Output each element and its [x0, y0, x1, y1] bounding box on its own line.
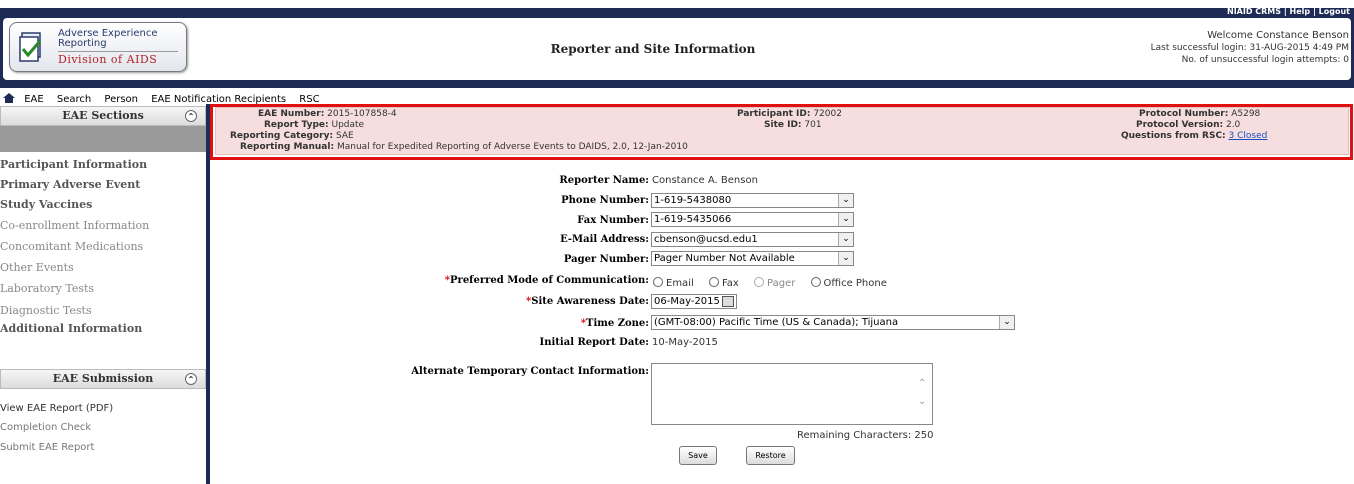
reporter-name-label: Reporter Name:: [559, 175, 649, 186]
radio-office-phone[interactable]: Office Phone: [810, 277, 887, 289]
site-awareness-date-label: *Site Awareness Date:: [526, 296, 649, 307]
initial-report-date-value: 10-May-2015: [652, 337, 718, 348]
eae-sections-title: EAE Sections: [62, 109, 144, 122]
collapse-icon[interactable]: ⌃: [185, 110, 197, 122]
chevron-down-icon[interactable]: ⌄: [838, 252, 853, 265]
chevron-down-icon[interactable]: ⌄: [838, 194, 853, 207]
protocol-version-row: Protocol Version: 2.0: [1136, 120, 1241, 130]
preferred-mode-radio-group: Email Fax Pager Office Phone: [653, 276, 899, 289]
radio-button[interactable]: [810, 277, 821, 287]
collapse-icon[interactable]: ⌃: [185, 373, 197, 385]
questions-from-rsc-row: Questions from RSC: 3 Closed: [1121, 131, 1268, 141]
niaid-crms-link[interactable]: NIAID CRMS: [1227, 7, 1281, 16]
email-address-label: E-Mail Address:: [560, 234, 649, 245]
page-title: Reporter and Site Information: [550, 42, 756, 56]
chevron-down-icon[interactable]: ⌄: [838, 213, 853, 226]
questions-from-rsc-link[interactable]: 3 Closed: [1229, 131, 1268, 141]
sidebar-link-view-eae-report[interactable]: View EAE Report (PDF): [0, 403, 113, 414]
reporter-name-value: Constance A. Benson: [652, 175, 758, 186]
sidebar-item-other-events[interactable]: Other Events: [0, 261, 200, 274]
separator: |: [1283, 7, 1287, 16]
alternate-contact-textarea[interactable]: [651, 363, 933, 425]
phone-number-select[interactable]: 1-619-5438080 ⌄: [651, 193, 854, 208]
sidebar-item-laboratory-tests[interactable]: Laboratory Tests: [0, 282, 200, 295]
sidebar-item-co-enrollment[interactable]: Co-enrollment Information: [0, 219, 200, 232]
email-address-select[interactable]: cbenson@ucsd.edu1 ⌄: [651, 232, 854, 247]
reporting-category: SAE: [335, 131, 354, 141]
top-links: NIAID CRMS | Help | Logout: [1227, 7, 1350, 16]
preferred-mode-label: *Preferred Mode of Communication:: [444, 275, 649, 286]
eae-number: 2015-107858-4: [327, 109, 397, 119]
sidebar-item-diagnostic-tests[interactable]: Diagnostic Tests: [0, 304, 200, 317]
protocol-version: 2.0: [1225, 120, 1241, 130]
time-zone-label: *Time Zone:: [580, 318, 649, 329]
calendar-icon[interactable]: [722, 296, 734, 307]
sidebar-link-submit-eae-report[interactable]: Submit EAE Report: [0, 442, 94, 453]
radio-button: [754, 277, 765, 287]
logout-link[interactable]: Logout: [1319, 7, 1350, 16]
participant-id-row: Participant ID: 72002: [737, 109, 842, 119]
remaining-characters: Remaining Characters: 250: [797, 430, 934, 441]
welcome-greeting: Welcome Constance Benson: [1207, 30, 1349, 41]
home-icon[interactable]: [3, 93, 15, 103]
eae-submission-title: EAE Submission: [52, 372, 154, 385]
chevron-down-icon[interactable]: ⌄: [999, 316, 1014, 329]
site-id-row: Site ID: 701: [764, 120, 822, 130]
reporting-manual: Manual for Expedited Reporting of Advers…: [336, 142, 688, 152]
pager-number-select[interactable]: Pager Number Not Available ⌄: [651, 251, 854, 266]
eae-submission-header[interactable]: EAE Submission ⌃: [0, 369, 206, 389]
eae-sections-header[interactable]: EAE Sections ⌃: [0, 106, 206, 126]
sidebar-item-participant-information[interactable]: Participant Information: [0, 158, 200, 171]
radio-fax[interactable]: Fax: [708, 277, 739, 289]
protocol-number: A5298: [1231, 109, 1261, 119]
welcome-panel: Welcome Constance Benson Last successful…: [1151, 30, 1349, 66]
scroll-up-icon[interactable]: ⌃: [918, 378, 926, 389]
pager-number-label: Pager Number:: [563, 254, 649, 265]
help-link[interactable]: Help: [1290, 7, 1311, 16]
radio-email[interactable]: Email: [653, 277, 694, 289]
phone-number-label: Phone Number:: [561, 195, 649, 206]
header: Adverse Experience Reporting Division of…: [3, 18, 1351, 80]
reporting-manual-row: Reporting Manual: Manual for Expedited R…: [240, 142, 688, 152]
restore-button[interactable]: Restore: [746, 446, 795, 465]
chevron-down-icon[interactable]: ⌄: [838, 233, 853, 246]
last-login-text: Last successful login: 31-AUG-2015 4:49 …: [1150, 43, 1349, 53]
separator: |: [1312, 7, 1316, 16]
alternate-contact-label: Alternate Temporary Contact Information:: [411, 366, 649, 377]
protocol-number-row: Protocol Number: A5298: [1139, 109, 1261, 119]
initial-report-date-label: Initial Report Date:: [539, 337, 649, 348]
radio-pager: Pager: [754, 277, 795, 289]
login-attempts-text: No. of unsuccessful login attempts: 0: [1181, 55, 1349, 65]
site-id: 701: [804, 120, 822, 130]
radio-button[interactable]: [708, 277, 719, 287]
sidebar-item-study-vaccines[interactable]: Study Vaccines: [0, 198, 200, 211]
sidebar-item-additional-information[interactable]: Additional Information: [0, 322, 200, 335]
sidebar-link-completion-check[interactable]: Completion Check: [0, 422, 91, 433]
radio-button[interactable]: [653, 277, 663, 287]
reporting-category-row: Reporting Category: SAE: [230, 131, 354, 141]
time-zone-select[interactable]: (GMT-08:00) Pacific Time (US & Canada); …: [651, 315, 1015, 330]
fax-number-label: Fax Number:: [577, 215, 649, 226]
report-type-row: Report Type: Update: [264, 120, 365, 130]
sidebar-item-concomitant-medications[interactable]: Concomitant Medications: [0, 240, 200, 253]
save-button[interactable]: Save: [679, 446, 717, 465]
sidebar-item-primary-adverse-event[interactable]: Primary Adverse Event: [0, 178, 200, 191]
participant-id: 72002: [813, 109, 842, 119]
sidebar-divider: [206, 104, 210, 484]
eae-number-row: EAE Number: 2015-107858-4: [258, 109, 397, 119]
fax-number-select[interactable]: 1-619-5435066 ⌄: [651, 212, 854, 227]
scroll-down-icon[interactable]: ⌄: [918, 396, 926, 407]
report-type: Update: [331, 120, 365, 130]
sections-gray-bar: [0, 126, 206, 152]
